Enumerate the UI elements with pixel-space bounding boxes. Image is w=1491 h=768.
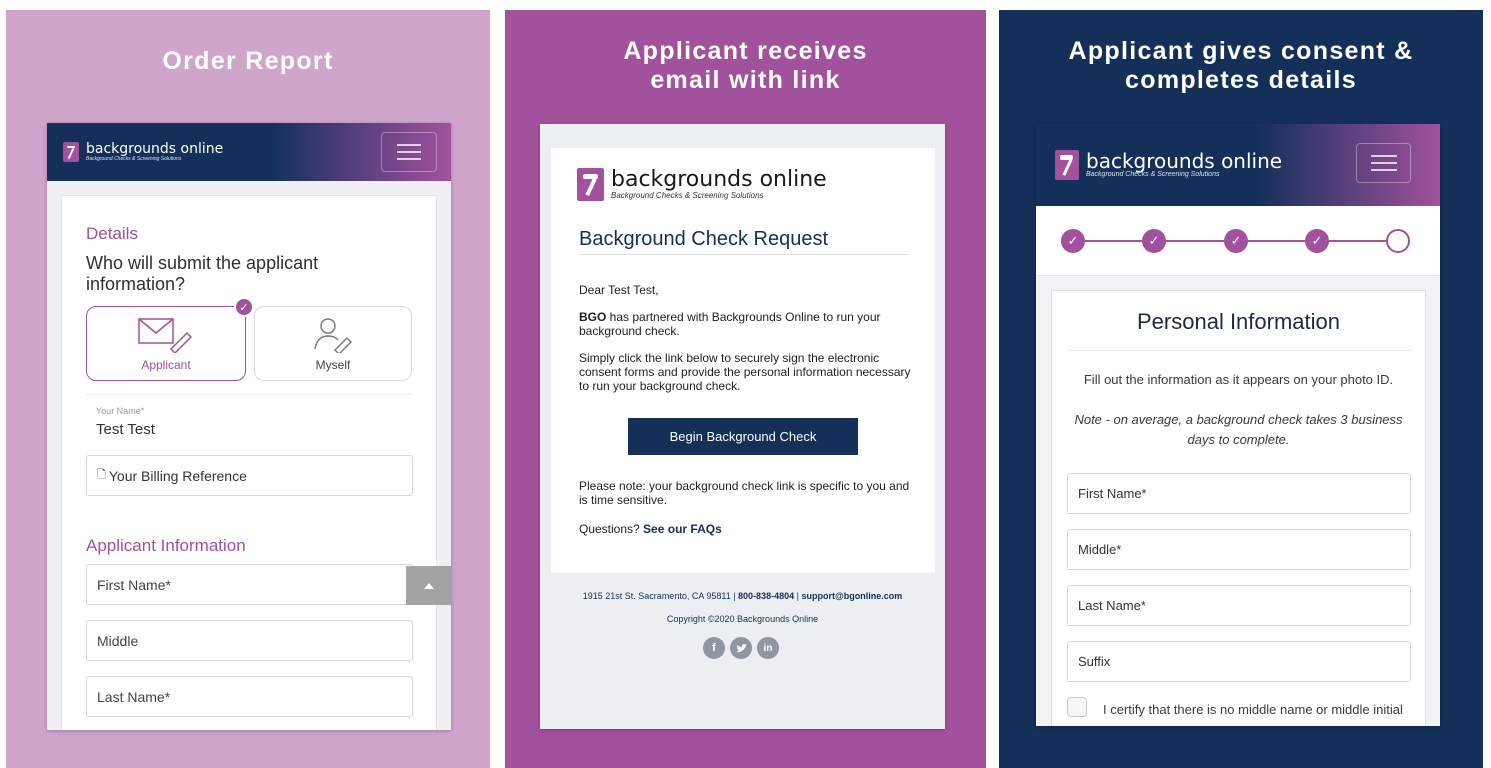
begin-background-check-button[interactable]: Begin Background Check	[628, 418, 858, 455]
field-placeholder: Middle	[97, 632, 139, 649]
option-myself[interactable]: Myself	[254, 306, 412, 381]
step-5-current-icon	[1386, 229, 1410, 253]
social-icons: f in	[703, 637, 779, 659]
email-screen: backgrounds online Background Checks & S…	[540, 124, 945, 729]
panel-order-report: Order Report backgrounds online Backgrou…	[6, 10, 490, 768]
panel-consent: Applicant gives consent & completes deta…	[999, 10, 1483, 768]
logo-mark-icon	[63, 142, 79, 162]
your-name-value[interactable]: Test Test	[96, 421, 155, 438]
app-header: backgrounds online Background Checks & S…	[47, 123, 451, 181]
logo-tagline: Background Checks & Screening Solutions	[86, 156, 182, 162]
no-middle-name-checkbox[interactable]	[1067, 697, 1087, 717]
logo-mark-icon	[577, 168, 604, 201]
field-placeholder: Middle*	[1078, 542, 1122, 557]
email-greeting: Dear Test Test,	[579, 283, 659, 297]
linkedin-icon[interactable]: in	[757, 637, 779, 659]
envelope-pencil-icon	[138, 318, 193, 353]
email-copyright: Copyright ©2020 Backgrounds Online	[666, 614, 819, 624]
option-label: Applicant	[141, 358, 191, 372]
step-3-complete-icon: ✓	[1224, 229, 1248, 253]
email-paragraph-1: BGO has partnered with Backgrounds Onlin…	[579, 310, 917, 338]
field-placeholder: First Name*	[97, 576, 171, 593]
field-placeholder: Last Name*	[97, 688, 171, 705]
panel-title: Applicant gives consent & completes deta…	[1068, 37, 1414, 94]
step-2-complete-icon: ✓	[1142, 229, 1166, 253]
last-name-field[interactable]: Last Name*	[86, 676, 413, 717]
progress-steps: ✓ ✓ ✓ ✓	[1036, 206, 1440, 276]
panel-email: Applicant receives email with link backg…	[505, 10, 986, 768]
logo-tagline: Background Checks & Screening Solutions	[1086, 170, 1220, 178]
email-footer-contact: 1915 21st St. Sacramento, CA 95811 | 800…	[540, 591, 945, 601]
first-name-field[interactable]: First Name*	[86, 564, 413, 605]
logo-mark-icon	[1055, 150, 1079, 180]
divider	[86, 394, 412, 395]
footer-address: 1915 21st St. Sacramento, CA 95811 |	[582, 591, 739, 601]
form-heading: Personal Information	[1137, 309, 1340, 334]
brand-logo: backgrounds online Background Checks & S…	[63, 142, 223, 162]
selected-check-icon: ✓	[234, 297, 254, 317]
billing-reference-field[interactable]: 🗋 Your Billing Reference	[86, 455, 413, 496]
person-pencil-icon	[314, 318, 352, 353]
logo-name: backgrounds online	[611, 166, 827, 192]
scroll-top-button[interactable]	[406, 566, 451, 605]
twitter-icon[interactable]	[730, 637, 752, 659]
field-placeholder: Suffix	[1078, 654, 1111, 669]
field-placeholder: First Name*	[1078, 486, 1147, 501]
logo-name: backgrounds online	[1086, 148, 1283, 173]
faq-link[interactable]: See our FAQs	[643, 522, 722, 536]
step-4-complete-icon: ✓	[1305, 229, 1329, 253]
paragraph-text: has partnered with Backgrounds Online to…	[579, 310, 881, 338]
company-name: BGO	[579, 310, 607, 324]
menu-button[interactable]	[381, 132, 437, 172]
first-name-field[interactable]: First Name*	[1067, 473, 1411, 514]
logo-name: backgrounds online	[86, 141, 224, 157]
email-paragraph-2: Simply click the link below to securely …	[579, 351, 911, 393]
caret-up-icon	[423, 582, 434, 589]
email-body: backgrounds online Background Checks & S…	[551, 148, 935, 573]
option-label: Myself	[315, 358, 351, 372]
email-questions: Questions? See our FAQs	[579, 522, 722, 536]
divider	[1067, 350, 1412, 351]
option-applicant[interactable]: Applicant ✓	[86, 297, 254, 381]
last-name-field[interactable]: Last Name*	[1067, 585, 1411, 626]
form-instruction: Fill out the information as it appears o…	[1083, 372, 1394, 387]
details-heading: Details	[86, 224, 138, 243]
footer-phone-link[interactable]: 800-838-4804	[738, 591, 794, 601]
certify-text: I certify that there is no middle name o…	[1103, 702, 1403, 717]
consent-screen: backgrounds online Background Checks & S…	[1036, 124, 1440, 726]
email-heading: Background Check Request	[579, 228, 909, 255]
menu-button[interactable]	[1356, 143, 1411, 183]
facebook-icon[interactable]: f	[703, 637, 725, 659]
document-icon: 🗋	[97, 469, 106, 481]
panel-title: Order Report	[162, 47, 334, 75]
brand-logo: backgrounds online Background Checks & S…	[1055, 150, 1282, 180]
your-name-label: Your Name*	[96, 406, 145, 416]
app-header: backgrounds online Background Checks & S…	[1036, 124, 1440, 206]
middle-name-field[interactable]: Middle	[86, 620, 413, 661]
form-note: Note - on average, a background check ta…	[1074, 412, 1403, 447]
suffix-field[interactable]: Suffix	[1067, 641, 1411, 682]
order-report-screen: backgrounds online Background Checks & S…	[47, 123, 451, 730]
logo-tagline: Background Checks & Screening Solutions	[611, 190, 764, 200]
submit-question: Who will submit the applicant informatio…	[86, 253, 319, 294]
personal-info-card: Personal Information Fill out the inform…	[1051, 290, 1426, 726]
details-card: Details Who will submit the applicant in…	[61, 195, 437, 730]
step-1-complete-icon: ✓	[1061, 229, 1085, 253]
applicant-info-heading: Applicant Information	[86, 536, 246, 555]
email-note: Please note: your background check link …	[579, 479, 910, 507]
panel-title: Applicant receives email with link	[623, 37, 868, 94]
questions-text: Questions?	[579, 522, 644, 536]
footer-email-link[interactable]: support@bgonline.com	[801, 591, 902, 601]
brand-logo: backgrounds online Background Checks & S…	[577, 168, 827, 201]
field-placeholder: Last Name*	[1078, 598, 1146, 613]
billing-placeholder: Your Billing Reference	[108, 467, 247, 484]
middle-name-field[interactable]: Middle*	[1067, 529, 1411, 570]
